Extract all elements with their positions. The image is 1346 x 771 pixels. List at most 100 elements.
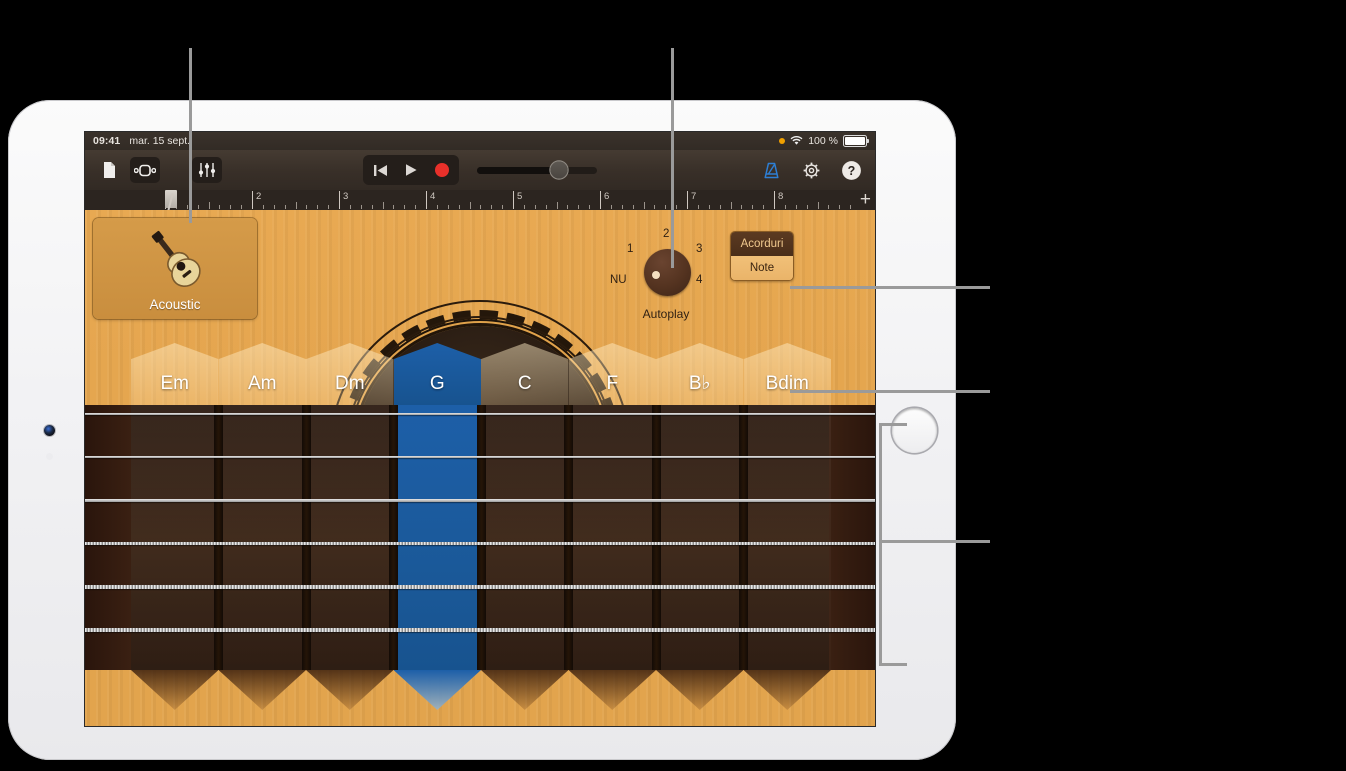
ruler-sub-tick — [328, 205, 330, 209]
status-date: mar. 15 sept. — [129, 135, 191, 147]
ruler-sub-tick — [317, 205, 319, 209]
transport-controls — [363, 155, 597, 185]
chord-label: B♭ — [688, 373, 711, 394]
autoplay-label-1: 1 — [627, 243, 634, 255]
gear-icon[interactable] — [796, 157, 826, 183]
ruler-sub-tick — [371, 205, 373, 209]
ruler-sub-tick — [665, 205, 667, 209]
ruler-sub-tick — [491, 205, 493, 209]
ruler-sub-tick — [295, 202, 297, 209]
chord-column-bottom — [481, 670, 569, 710]
mode-option-notes[interactable]: Note — [731, 256, 793, 280]
chord-label: Dm — [334, 373, 365, 394]
record-icon[interactable] — [427, 157, 457, 183]
ipad-device: 09:41 mar. 15 sept. 100 % ? 2 3 4 5 6 7 … — [8, 100, 956, 760]
chord-label: Em — [160, 373, 190, 394]
ruler-sub-tick — [850, 205, 852, 209]
chord-label: C — [517, 373, 532, 394]
toolbar: ? — [85, 150, 875, 190]
ruler-bar-number: 2 — [256, 191, 262, 202]
autoplay-control[interactable]: NU 1 2 3 4 Autoplay — [610, 228, 714, 321]
ruler-sub-tick — [763, 205, 765, 209]
chord-column-bottom — [306, 670, 394, 710]
chord-button[interactable]: C — [481, 343, 569, 405]
ruler-bar-tick — [252, 191, 253, 209]
autoplay-knob[interactable] — [644, 249, 691, 296]
guitar-string[interactable] — [85, 585, 875, 589]
guitar-string[interactable] — [85, 628, 875, 633]
ruler-bar-number: 7 — [691, 191, 697, 202]
timeline-ruler[interactable]: 12345678 + — [85, 190, 875, 210]
playhead-icon[interactable] — [165, 190, 177, 208]
ruler-sub-tick — [523, 205, 525, 209]
mode-toggle[interactable]: Acorduri Note — [730, 231, 794, 281]
callout-line-chord-strip — [790, 390, 990, 393]
ruler-sub-tick — [360, 205, 362, 209]
document-icon[interactable] — [94, 157, 124, 183]
track-view-icon[interactable] — [130, 157, 160, 183]
metronome-icon[interactable] — [756, 157, 786, 183]
ruler-sub-tick — [795, 205, 797, 209]
ruler-sub-tick — [806, 205, 808, 209]
home-button[interactable] — [892, 408, 937, 453]
ruler-sub-tick — [643, 202, 645, 209]
ruler-sub-tick — [697, 205, 699, 209]
ruler-sub-tick — [208, 202, 210, 209]
ruler-sub-tick — [415, 205, 417, 209]
chord-label: F — [606, 373, 619, 394]
ruler-sub-tick — [219, 205, 221, 209]
ruler-sub-tick — [502, 205, 504, 209]
ruler-sub-tick — [752, 205, 754, 209]
callout-line-mode-toggle — [790, 286, 990, 289]
chord-button[interactable]: G — [393, 343, 481, 405]
callout-line-instrument-picker — [189, 48, 192, 223]
ruler-bar-tick — [426, 191, 427, 209]
acoustic-guitar-icon — [151, 231, 201, 287]
ruler-sub-tick — [708, 205, 710, 209]
chord-button[interactable]: Dm — [306, 343, 394, 405]
autoplay-label-nu: NU — [610, 274, 627, 286]
chord-column-bottom — [131, 670, 219, 710]
ruler-bar-tick — [687, 191, 688, 209]
ruler-sub-tick — [230, 205, 232, 209]
callout-bracket-vertical — [879, 423, 882, 666]
guitar-string[interactable] — [85, 542, 875, 546]
help-icon[interactable]: ? — [836, 157, 866, 183]
mode-option-chords[interactable]: Acorduri — [731, 232, 793, 256]
ruler-bar-number: 4 — [430, 191, 436, 202]
ruler-sub-tick — [654, 205, 656, 209]
guitar-string[interactable] — [85, 499, 875, 502]
rewind-icon[interactable] — [365, 157, 395, 183]
ruler-sub-tick — [447, 205, 449, 209]
ruler-sub-tick — [197, 205, 199, 209]
ruler-sub-tick — [784, 205, 786, 209]
autoplay-label-3: 3 — [696, 243, 703, 255]
master-volume-slider[interactable] — [477, 161, 597, 179]
ruler-sub-tick — [621, 205, 623, 209]
chord-column-bottom — [656, 670, 744, 710]
ruler-bar-number: 5 — [517, 191, 523, 202]
ruler-sub-tick — [469, 202, 471, 209]
chord-button[interactable]: F — [568, 343, 656, 405]
knob-indicator-dot — [652, 271, 660, 279]
chord-column-bottom — [568, 670, 656, 710]
battery-percent: 100 % — [808, 135, 838, 147]
play-icon[interactable] — [396, 157, 426, 183]
chord-label: Am — [248, 373, 277, 394]
chord-button[interactable]: Bdim — [743, 343, 831, 405]
chord-column-bottom — [743, 670, 831, 710]
ruler-sub-tick — [610, 205, 612, 209]
ruler-bar-number: 8 — [778, 191, 784, 202]
chord-button[interactable]: B♭ — [656, 343, 744, 405]
guitar-string[interactable] — [85, 413, 875, 415]
ruler-sub-tick — [534, 205, 536, 209]
add-track-button[interactable]: + — [860, 190, 871, 210]
guitar-string[interactable] — [85, 456, 875, 459]
ruler-sub-tick — [589, 205, 591, 209]
instrument-picker[interactable]: Acoustic — [93, 218, 257, 319]
chord-button[interactable]: Am — [218, 343, 306, 405]
mixer-sliders-icon[interactable] — [192, 157, 222, 183]
ruler-sub-tick — [284, 205, 286, 209]
ruler-sub-tick — [719, 205, 721, 209]
chord-button[interactable]: Em — [131, 343, 219, 405]
